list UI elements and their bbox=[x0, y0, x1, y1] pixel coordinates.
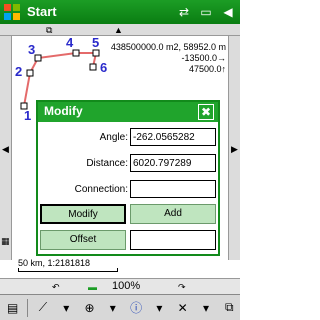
vertex-6[interactable] bbox=[89, 63, 97, 71]
point-label-1: 1 bbox=[24, 108, 32, 123]
close-icon[interactable]: ✖ bbox=[198, 104, 214, 120]
zoom-level: 100% bbox=[112, 280, 141, 292]
scale-bar bbox=[18, 268, 118, 272]
add-button[interactable]: Add bbox=[130, 204, 216, 224]
redo-icon[interactable]: ↷ bbox=[178, 282, 186, 292]
vertex-3[interactable] bbox=[34, 54, 42, 62]
gps-indicator-icon: ▬ bbox=[88, 282, 97, 292]
undo-icon[interactable]: ↶ bbox=[52, 282, 60, 292]
dropdown-arrow-icon[interactable]: ▾ bbox=[102, 298, 123, 318]
info-icon[interactable]: ⓘ bbox=[125, 298, 146, 318]
vertex-4[interactable] bbox=[72, 49, 80, 57]
point-label-4: 4 bbox=[66, 35, 74, 50]
offset-field[interactable] bbox=[130, 230, 216, 250]
dropdown-arrow-icon[interactable]: ▾ bbox=[56, 298, 77, 318]
offset-button[interactable]: Offset bbox=[40, 230, 126, 250]
y-coordinate-text: 47500.0↑ bbox=[188, 64, 226, 74]
distance-field[interactable]: 6020.797289 bbox=[130, 154, 216, 172]
bottom-toolbar: ▤ ⟋ ▾ ⊕ ▾ ⓘ ▾ ✕ ▾ ⧉ bbox=[0, 294, 240, 320]
modify-button[interactable]: Modify bbox=[40, 204, 126, 224]
dropdown-arrow-icon[interactable]: ▾ bbox=[195, 298, 216, 318]
angle-label: Angle: bbox=[99, 132, 128, 143]
x-coordinate-text: -13500.0→ bbox=[181, 53, 226, 63]
dialog-title: Modify bbox=[44, 104, 83, 118]
dropdown-arrow-icon[interactable]: ▾ bbox=[149, 298, 170, 318]
scale-text: 50 km, 1:2181818 bbox=[18, 258, 91, 268]
zoom-icon[interactable]: ⊕ bbox=[79, 298, 100, 318]
point-label-3: 3 bbox=[28, 42, 36, 57]
dialog-header: Modify ✖ bbox=[38, 102, 218, 122]
distance-label: Distance: bbox=[86, 158, 128, 169]
modify-dialog: Modify ✖ Angle: -262.0565282 Distance: 6… bbox=[36, 100, 220, 256]
measure-icon[interactable]: ✕ bbox=[172, 298, 193, 318]
status-bar: ↶ ▬ 100% ↷ bbox=[0, 278, 240, 294]
edit-line-icon[interactable]: ⟋ bbox=[32, 298, 53, 318]
connection-label: Connection: bbox=[74, 184, 128, 195]
toolbar-divider bbox=[27, 298, 29, 317]
vertex-2[interactable] bbox=[26, 69, 34, 77]
window-icon[interactable]: ⧉ bbox=[219, 298, 240, 318]
vertex-5[interactable] bbox=[92, 49, 100, 57]
coordinate-readout: 438500000.0 m2, 58952.0 m -13500.0→ 4750… bbox=[111, 42, 226, 75]
point-label-6: 6 bbox=[100, 60, 108, 75]
area-length-text: 438500000.0 m2, 58952.0 m bbox=[110, 42, 226, 52]
angle-field[interactable]: -262.0565282 bbox=[130, 128, 216, 146]
point-label-2: 2 bbox=[15, 64, 23, 79]
menu-icon[interactable]: ▤ bbox=[2, 298, 23, 318]
connection-field[interactable] bbox=[130, 180, 216, 198]
point-label-5: 5 bbox=[92, 35, 100, 50]
